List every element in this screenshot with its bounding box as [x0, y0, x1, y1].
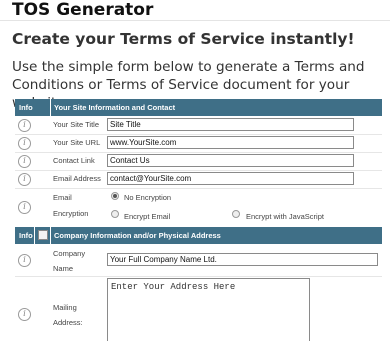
company-name-row: i Company Name [15, 245, 382, 276]
header-divider [50, 227, 51, 244]
section-header-info-label: Info [19, 103, 33, 112]
company-name-label-line1: Company [53, 249, 86, 258]
email-encryption-row: i Email Encryption No Encryption Encrypt… [15, 189, 382, 225]
site-url-row: i Your Site URL [15, 135, 382, 152]
info-icon[interactable]: i [18, 254, 31, 267]
email-address-label: Email Address [53, 174, 101, 183]
contact-link-label: Contact Link [53, 156, 95, 165]
info-icon[interactable]: i [18, 119, 31, 132]
email-encryption-label-line1: Email [53, 193, 72, 202]
mailing-address-label-line2: Address: [53, 318, 83, 327]
company-name-input[interactable] [107, 253, 378, 266]
site-url-input[interactable] [107, 136, 354, 149]
info-icon[interactable]: i [18, 201, 31, 214]
top-bar: TOS Generator [0, 0, 390, 20]
contact-link-input[interactable] [107, 154, 354, 167]
company-name-label-line2: Name [53, 264, 74, 273]
site-title-row: i Your Site Title [15, 117, 382, 134]
radio-no-encryption-label: No Encryption [124, 193, 172, 202]
section-toggle-checkbox[interactable] [38, 230, 48, 240]
mailing-address-label-line1: Mailing [53, 303, 77, 312]
site-url-label: Your Site URL [53, 138, 101, 147]
app-title: TOS Generator [12, 0, 154, 20]
header-divider [34, 227, 35, 244]
section-header-title: Company Information and/or Physical Addr… [54, 231, 221, 240]
info-icon[interactable]: i [18, 173, 31, 186]
radio-encrypt-email[interactable] [111, 210, 119, 218]
info-icon[interactable]: i [18, 308, 31, 321]
email-encryption-label-line2: Encryption [53, 209, 89, 218]
info-icon[interactable]: i [18, 137, 31, 150]
email-address-input[interactable] [107, 172, 354, 185]
radio-encrypt-javascript[interactable] [232, 210, 240, 218]
section-header-title: Your Site Information and Contact [54, 103, 176, 112]
site-title-input[interactable] [107, 118, 354, 131]
header-divider [50, 99, 51, 116]
section-header-site-info: Info Your Site Information and Contact [15, 99, 382, 116]
email-address-row: i Email Address [15, 171, 382, 188]
radio-encrypt-email-label: Encrypt Email [124, 212, 171, 221]
site-title-label: Your Site Title [53, 120, 99, 129]
contact-link-row: i Contact Link [15, 153, 382, 170]
info-icon[interactable]: i [18, 155, 31, 168]
title-divider [0, 20, 390, 21]
section-header-company-info: Info Company Information and/or Physical… [15, 227, 382, 244]
mailing-address-textarea[interactable]: Enter Your Address Here [107, 278, 310, 341]
radio-encrypt-javascript-label: Encrypt with JavaScript [246, 212, 324, 221]
section-header-info-label: Info [19, 231, 33, 240]
page-heading: Create your Terms of Service instantly! [12, 30, 355, 48]
radio-no-encryption[interactable] [111, 192, 119, 200]
